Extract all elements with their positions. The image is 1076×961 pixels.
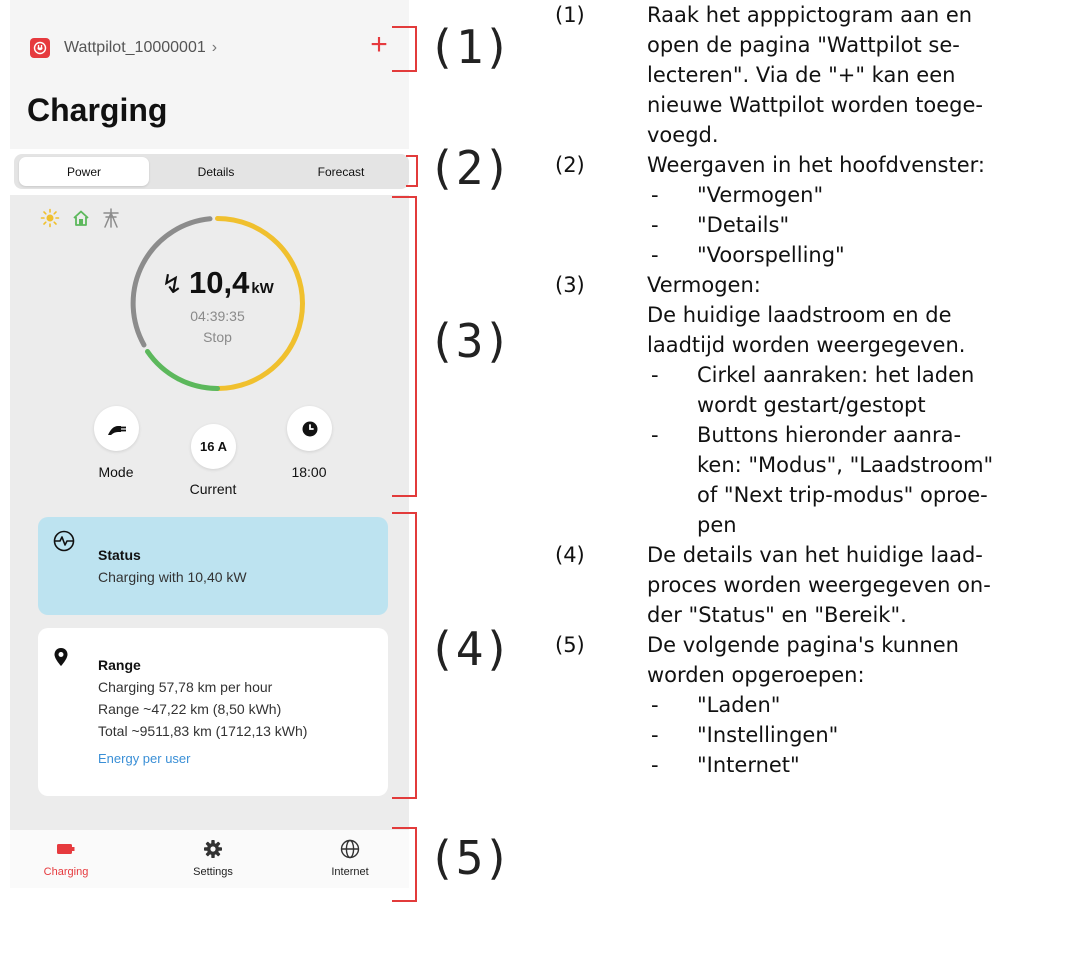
battery-icon <box>57 844 75 854</box>
callout-number-3: (3) <box>428 314 512 368</box>
legend-bullet: - Buttons hieronder aanra-ken: "Modus", "… <box>651 423 994 537</box>
legend-bullet: - "Internet" <box>651 753 800 777</box>
bottom-nav: Charging Settings Internet <box>10 830 409 888</box>
page-title: Charging <box>27 92 168 128</box>
energy-per-user-link[interactable]: Energy per user <box>98 751 191 766</box>
app-screenshot: Wattpilot_10000001 › + Charging Power De… <box>10 0 409 888</box>
callout-bracket-5 <box>392 827 417 902</box>
power-unit: kW <box>251 280 274 297</box>
range-title: Range <box>98 657 141 673</box>
nav-label: Settings <box>193 866 233 878</box>
nav-internet[interactable]: Internet <box>300 838 400 878</box>
app-icon[interactable] <box>30 38 50 58</box>
legend-line: lecteren". Via de "+" kan een <box>647 63 956 87</box>
sun-icon <box>40 208 60 228</box>
legend-bullet: - "Details" <box>651 213 790 237</box>
callout-bracket-2 <box>406 155 418 187</box>
device-selector[interactable]: Wattpilot_10000001 › <box>64 39 217 57</box>
location-pin-icon <box>54 648 68 666</box>
stop-button[interactable]: Stop <box>190 329 245 345</box>
pulse-icon <box>53 530 75 552</box>
legend-line: worden opgeroepen: <box>647 663 865 687</box>
plug-icon <box>107 425 126 435</box>
bolt-icon: ↯ <box>161 269 183 299</box>
legend-entry-2: (2) Weergaven in het hoofdvenster: - "Ver… <box>555 150 1075 270</box>
legend-line: Vermogen: <box>647 273 761 297</box>
range-line-total: Total ~9511,83 km (1712,13 kWh) <box>98 723 308 739</box>
range-line-range: Range ~47,22 km (8,50 kWh) <box>98 701 282 717</box>
current-button[interactable]: 16 A <box>191 424 236 469</box>
device-name-label: Wattpilot_10000001 <box>64 39 206 56</box>
callout-bracket-4 <box>392 512 417 799</box>
legend-line: De volgende pagina's kunnen <box>647 633 959 657</box>
callout-bracket-3 <box>392 196 417 497</box>
legend-number: (2) <box>555 153 585 177</box>
house-icon <box>73 210 89 226</box>
callout-number-2: (2) <box>428 141 512 195</box>
add-wattpilot-button[interactable]: + <box>367 30 391 60</box>
callout-number-1: (1) <box>428 20 512 74</box>
globe-icon <box>340 839 360 859</box>
nav-charging[interactable]: Charging <box>16 838 116 878</box>
legend-line: open de pagina "Wattpilot se- <box>647 33 960 57</box>
legend-number: (5) <box>555 633 585 657</box>
legend-entry-1: (1) Raak het apppictogram aan en open de… <box>555 0 1075 150</box>
clock-icon <box>302 421 317 436</box>
legend-bullet: - "Voorspelling" <box>651 243 845 267</box>
legend-entry-3: (3) Vermogen: De huidige laadstroom en d… <box>555 270 1075 540</box>
legend-entry-4: (4) De details van het huidige laad- pro… <box>555 540 1075 630</box>
nav-label: Charging <box>43 866 89 878</box>
grid-icon <box>103 208 119 228</box>
tab-forecast[interactable]: Forecast <box>276 157 406 186</box>
mode-label: Mode <box>98 464 134 480</box>
legend-line: voegd. <box>647 123 719 147</box>
legend-bullet: - "Laden" <box>651 693 781 717</box>
legend-line: De details van het huidige laad- <box>647 543 983 567</box>
legend-line: Weergaven in het hoofdvenster: <box>647 153 985 177</box>
legend-bullet: - Cirkel aanraken: het laden wordt gestart… <box>651 363 975 417</box>
nav-settings[interactable]: Settings <box>163 838 263 878</box>
gear-icon <box>204 840 222 858</box>
legend-line: laadtijd worden weergegeven. <box>647 333 966 357</box>
view-tabs: Power Details Forecast <box>14 154 409 189</box>
legend-line: der "Status" en "Bereik". <box>647 603 907 627</box>
plug-icon <box>33 41 47 55</box>
legend-bullet: - "Instellingen" <box>651 723 839 747</box>
nav-label: Internet <box>331 866 369 878</box>
legend-description: (1) Raak het apppictogram aan en open de… <box>555 0 1075 780</box>
charging-gauge[interactable] <box>124 210 311 397</box>
next-trip-button[interactable] <box>287 406 332 451</box>
legend-line: proces worden weergegeven on- <box>647 573 991 597</box>
energy-sources <box>40 208 120 228</box>
status-card: Status Charging with 10,40 kW <box>38 517 388 615</box>
charge-time: 04:39:35 <box>190 308 245 324</box>
chevron-right-icon: › <box>211 39 218 56</box>
callout-bracket-1 <box>392 26 417 72</box>
range-line-rate: Charging 57,78 km per hour <box>98 679 273 695</box>
range-card: Range Charging 57,78 km per hour Range ~… <box>38 628 388 796</box>
tab-details[interactable]: Details <box>151 157 281 186</box>
status-text: Charging with 10,40 kW <box>98 569 247 585</box>
legend-line: De huidige laadstroom en de <box>647 303 952 327</box>
legend-number: (1) <box>555 3 585 27</box>
current-label: Current <box>189 481 237 497</box>
power-readout: ↯ 10,4 kW <box>124 265 311 301</box>
power-value: 10,4 <box>188 265 250 300</box>
next-trip-label: 18:00 <box>291 464 327 480</box>
legend-entry-5: (5) De volgende pagina's kunnen worden o… <box>555 630 1075 780</box>
legend-number: (3) <box>555 273 585 297</box>
tab-power[interactable]: Power <box>19 157 149 186</box>
callout-number-5: (5) <box>428 831 512 885</box>
legend-bullet: - "Vermogen" <box>651 183 824 207</box>
mode-button[interactable] <box>94 406 139 451</box>
callout-number-4: (4) <box>428 622 512 676</box>
status-title: Status <box>98 547 141 563</box>
current-value: 16 A <box>200 439 227 454</box>
legend-number: (4) <box>555 543 585 567</box>
legend-line: nieuwe Wattpilot worden toege- <box>647 93 984 117</box>
legend-line: Raak het apppictogram aan en <box>647 3 973 27</box>
app-header: Wattpilot_10000001 › + Charging <box>10 0 409 149</box>
